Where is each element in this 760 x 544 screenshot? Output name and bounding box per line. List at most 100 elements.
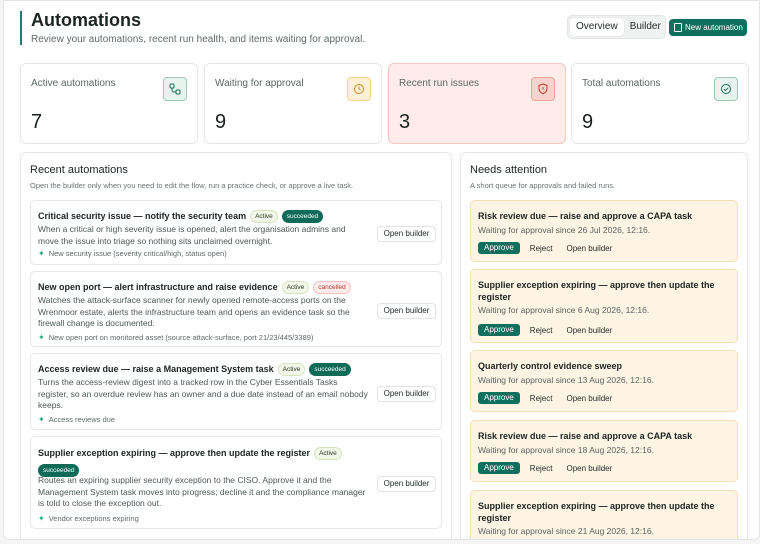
automation-title: Critical security issue — notify the sec… (38, 210, 324, 223)
open-builder-button[interactable]: Open builder (562, 394, 616, 403)
automation-card: New open port — alert infrastructure and… (30, 271, 442, 347)
automation-card: Critical security issue — notify the sec… (30, 200, 442, 265)
attention-title: Quarterly control evidence sweep (478, 361, 623, 371)
sparkle-icon: ✦ (38, 249, 45, 258)
automation-trigger: ✦ New security issue (severity critical/h… (38, 249, 227, 258)
trigger-text: Access reviews due (48, 415, 115, 424)
stat-value: 9 (582, 111, 594, 133)
status-badge: Active (250, 210, 278, 223)
attention-card: Supplier exception expiring — approve th… (470, 269, 738, 343)
status-badge: Active (277, 363, 306, 376)
recent-automations-panel: Recent automations Open the builder only… (20, 152, 452, 539)
attention-actions: Approve Reject Open builder (478, 324, 616, 336)
reject-button[interactable]: Reject (526, 394, 557, 403)
open-builder-button[interactable]: Open builder (377, 226, 436, 242)
automation-title-text: Supplier exception expiring — approve th… (38, 448, 311, 458)
stat-active-automations: Active automations 7 (20, 63, 198, 144)
attention-actions: Approve Reject Open builder (478, 392, 616, 404)
automation-title-text: New open port — alert infrastructure and… (38, 281, 278, 292)
open-builder-button[interactable]: Open builder (562, 244, 616, 253)
attention-meta: Waiting for approval since 21 Aug 2026, … (478, 526, 654, 536)
trigger-text: Vendor exceptions expiring (48, 514, 139, 523)
approve-button[interactable]: Approve (478, 392, 520, 404)
tab-overview[interactable]: Overview (570, 18, 624, 36)
trigger-text: New security issue (severity critical/hi… (48, 249, 227, 258)
open-builder-button[interactable]: Open builder (562, 326, 616, 335)
automation-card: Access review due — raise a Management S… (30, 353, 442, 430)
attention-card: Risk review due — raise and approve a CA… (470, 420, 738, 482)
check-circle-icon (714, 77, 738, 101)
attention-card: Risk review due — raise and approve a CA… (470, 200, 738, 262)
panel-subtitle: A short queue for approvals and failed r… (470, 181, 616, 190)
automation-description: Turns the access-review digest into a tr… (38, 377, 368, 410)
shield-alert-icon (531, 77, 555, 101)
attention-actions: Approve Reject Open builder (478, 462, 616, 474)
approve-button[interactable]: Approve (478, 324, 520, 336)
reject-button[interactable]: Reject (526, 244, 557, 253)
clock-icon (347, 77, 371, 101)
automation-trigger: ✦ New open port on monitored asset (sourc… (38, 333, 313, 342)
approve-button[interactable]: Approve (478, 462, 520, 474)
reject-button[interactable]: Reject (526, 464, 557, 473)
attention-title: Supplier exception expiring — approve th… (478, 280, 715, 302)
tab-builder[interactable]: Builder (624, 18, 667, 36)
attention-card: Supplier exception expiring — approve th… (470, 490, 738, 539)
workflow-icon (163, 77, 187, 101)
stat-value: 9 (215, 111, 227, 133)
run-badge: cancelled (313, 281, 351, 294)
needs-attention-panel: Needs attention A short queue for approv… (460, 152, 748, 539)
status-badge: Active (314, 447, 342, 461)
automation-title-text: Critical security issue — notify the sec… (38, 210, 247, 221)
stat-value: 7 (31, 111, 43, 133)
stat-label: Waiting for approval (215, 78, 304, 89)
sparkle-icon: ✦ (38, 415, 45, 424)
automation-description: Watches the attack-surface scanner for n… (38, 295, 350, 328)
page-title: Automations (31, 10, 141, 30)
panel-title: Needs attention (470, 164, 548, 176)
new-automation-button[interactable]: New automation (669, 19, 747, 36)
approve-button[interactable]: Approve (478, 242, 520, 254)
page-subtitle: Review your automations, recent run heal… (31, 34, 366, 45)
stat-recent-issues: Recent run issues 3 (388, 63, 566, 144)
sparkle-icon: ✦ (38, 333, 45, 342)
automation-trigger: ✦ Vendor exceptions expiring (38, 514, 139, 523)
attention-title: Supplier exception expiring — approve th… (478, 501, 715, 523)
sparkle-icon: ✦ (38, 514, 45, 523)
open-builder-button[interactable]: Open builder (562, 464, 616, 473)
attention-meta: Waiting for approval since 6 Aug 2026, 1… (478, 305, 650, 315)
automation-card: Supplier exception expiring — approve th… (30, 436, 442, 529)
automation-trigger: ✦ Access reviews due (38, 415, 115, 424)
attention-actions: Approve Reject Open builder (478, 242, 616, 254)
reject-button[interactable]: Reject (526, 326, 557, 335)
attention-meta: Waiting for approval since 18 Aug 2026, … (478, 445, 654, 455)
stat-total-automations: Total automations 9 (571, 63, 749, 144)
automation-title: New open port — alert infrastructure and… (38, 281, 351, 294)
attention-card: Quarterly control evidence sweep Waiting… (470, 350, 738, 412)
run-badge: succeeded (281, 210, 324, 223)
stat-label: Active automations (31, 78, 116, 89)
page-header: Automations Review your automations, rec… (20, 11, 365, 45)
automation-description: When a critical or high severity issue i… (38, 224, 346, 246)
open-builder-button[interactable]: Open builder (377, 303, 436, 319)
trigger-text: New open port on monitored asset (source… (48, 333, 314, 342)
file-plus-icon (674, 23, 682, 32)
attention-meta: Waiting for approval since 26 Jul 2026, … (478, 225, 651, 235)
attention-meta: Waiting for approval since 13 Aug 2026, … (478, 375, 654, 385)
open-builder-button[interactable]: Open builder (377, 476, 436, 492)
stat-label: Recent run issues (399, 78, 480, 89)
automation-title: Supplier exception expiring — approve th… (38, 445, 368, 479)
panel-subtitle: Open the builder only when you need to e… (30, 181, 354, 190)
new-automation-label: New automation (685, 23, 743, 32)
attention-title: Risk review due — raise and approve a CA… (478, 431, 693, 441)
app-shell: Automations Review your automations, rec… (3, 0, 760, 540)
attention-title: Risk review due — raise and approve a CA… (478, 211, 693, 221)
stat-value: 3 (399, 111, 411, 133)
open-builder-button[interactable]: Open builder (377, 386, 436, 402)
stat-waiting-approval: Waiting for approval 9 (204, 63, 382, 144)
automation-title-text: Access review due — raise a Management S… (38, 363, 274, 374)
status-badge: Active (281, 281, 310, 294)
automation-title: Access review due — raise a Management S… (38, 363, 351, 376)
panel-title: Recent automations (30, 164, 128, 176)
run-badge: succeeded (309, 363, 351, 376)
view-switcher: Overview Builder (567, 15, 666, 39)
